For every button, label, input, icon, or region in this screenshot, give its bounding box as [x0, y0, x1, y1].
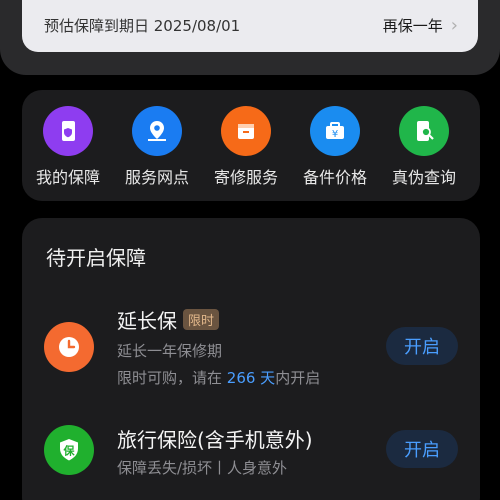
service-parts-price[interactable]: ¥ 备件价格 [290, 106, 380, 188]
service-my-protection[interactable]: 我的保障 [23, 106, 113, 188]
expiry-date-label: 预估保障到期日 2025/08/01 [44, 17, 241, 35]
location-map-icon [132, 106, 182, 156]
item-note: 限时可购，请在 266 天内开启 [117, 369, 321, 387]
service-label: 真伪查询 [391, 168, 456, 187]
service-service-outlets[interactable]: 服务网点 [112, 106, 202, 188]
insurance-shield-icon: 保 [44, 425, 94, 475]
price-tag-box-icon: ¥ [310, 106, 360, 156]
days-remaining: 266 天 [226, 369, 276, 387]
renew-label: 再保一年 [382, 17, 443, 35]
service-label: 备件价格 [302, 168, 367, 187]
renew-button[interactable]: 再保一年 › [383, 15, 458, 36]
open-button[interactable]: 开启 [386, 327, 458, 365]
device-card: 预估保障到期日 2025/08/01 再保一年 › [0, 0, 500, 75]
item-subtitle: 延长一年保修期 [117, 342, 223, 360]
clock-icon [44, 322, 94, 372]
service-label: 服务网点 [124, 168, 189, 187]
service-label: 寄修服务 [213, 168, 278, 187]
chevron-right-icon: › [450, 14, 458, 36]
pending-protection-card: 待开启保障 延长保 限时 延长一年保修期 限时可购，请在 266 天内开启 开启 … [22, 218, 480, 500]
service-label: 我的保障 [35, 168, 100, 187]
item-title: 延长保 限时 [117, 305, 220, 334]
phone-search-icon [399, 106, 449, 156]
phone-shield-icon [43, 106, 93, 156]
limited-time-badge: 限时 [183, 309, 220, 330]
item-subtitle: 保障丢失/损坏丨人身意外 [117, 459, 288, 477]
section-title: 待开启保障 [46, 246, 146, 270]
package-icon [221, 106, 271, 156]
device-info-panel: 预估保障到期日 2025/08/01 再保一年 › [22, 0, 478, 52]
open-button[interactable]: 开启 [386, 430, 458, 468]
item-title: 旅行保险(含手机意外) [117, 428, 313, 452]
service-mail-repair[interactable]: 寄修服务 [201, 106, 291, 188]
svg-text:保: 保 [63, 444, 76, 458]
service-authenticity-check[interactable]: 真伪查询 [379, 106, 469, 188]
services-card: 我的保障 服务网点 寄修服务 ¥ 备件价格 真伪查询 [22, 90, 480, 201]
svg-text:¥: ¥ [332, 129, 338, 140]
